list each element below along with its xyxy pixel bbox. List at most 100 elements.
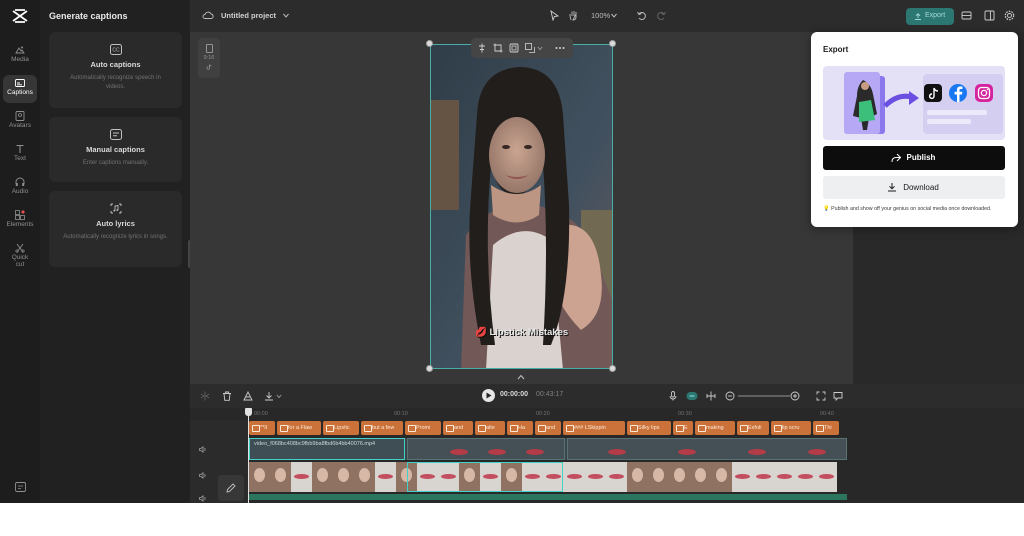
video-frame[interactable]: 💋 Lipstick Mistakes bbox=[430, 44, 613, 369]
thumbnail-lips bbox=[808, 449, 826, 455]
caption-clip[interactable]: for a Flaw bbox=[277, 421, 321, 435]
video-thumbnail bbox=[606, 462, 627, 492]
replace-icon[interactable] bbox=[525, 43, 535, 53]
rail-item-audio[interactable]: Audio bbox=[3, 174, 37, 202]
rail-item-media[interactable]: Media bbox=[3, 42, 37, 70]
caption-clip[interactable]: Lipstic bbox=[323, 421, 359, 435]
layout-icon[interactable] bbox=[961, 10, 972, 21]
auto-lyrics-card[interactable]: Auto lyrics Automatically recognize lyri… bbox=[49, 191, 182, 267]
caption-clip[interactable]: alte bbox=[475, 421, 505, 435]
hand-tool-icon[interactable] bbox=[568, 10, 579, 21]
card-description: Automatically recognize speech in videos… bbox=[70, 75, 161, 90]
caption-clip[interactable]: ### LSkippin bbox=[563, 421, 625, 435]
link-clips-icon[interactable] bbox=[706, 391, 716, 401]
zoom-in-icon[interactable] bbox=[790, 391, 800, 401]
microphone-icon[interactable] bbox=[668, 391, 678, 401]
caption-clip[interactable]: E bbox=[673, 421, 693, 435]
zoom-out-icon[interactable] bbox=[725, 391, 735, 401]
thumbnail-lips bbox=[608, 449, 626, 455]
rail-item-avatars[interactable]: Avatars bbox=[3, 108, 37, 136]
caption-clip[interactable]: making bbox=[695, 421, 735, 435]
fit-to-screen-icon[interactable] bbox=[816, 391, 826, 401]
video-thumbnail bbox=[627, 462, 648, 492]
split-icon[interactable] bbox=[200, 391, 210, 401]
zoom-level[interactable]: 100% bbox=[591, 11, 610, 20]
rail-label: cut bbox=[15, 261, 25, 269]
gear-icon[interactable] bbox=[1004, 10, 1015, 21]
rail-item-quick-cut[interactable]: Quick cut bbox=[3, 240, 37, 274]
video-clip-selected[interactable]: video_f068bc408bc9fbb9ba8fbd6b4bb40076.m… bbox=[249, 438, 405, 460]
volume-icon[interactable] bbox=[199, 472, 207, 479]
download-icon[interactable] bbox=[264, 391, 274, 401]
export-button[interactable]: Export bbox=[906, 8, 954, 25]
volume-icon[interactable] bbox=[199, 495, 207, 502]
rail-item-text[interactable]: Text bbox=[3, 141, 37, 169]
caption-clip[interactable]: lip scru bbox=[771, 421, 811, 435]
panel-title: Generate captions bbox=[49, 11, 128, 21]
timeline-zoom-slider[interactable] bbox=[738, 395, 790, 397]
video-still bbox=[431, 45, 612, 368]
publish-button[interactable]: Publish bbox=[823, 146, 1005, 170]
panel-toggle-icon[interactable] bbox=[984, 10, 995, 21]
timeline-toolbar: 00:00:00 00:43:17 bbox=[190, 384, 1024, 408]
redo-icon[interactable] bbox=[656, 10, 667, 21]
caption-clip[interactable]: **II bbox=[249, 421, 275, 435]
caption-clip[interactable]: Silky lips bbox=[627, 421, 671, 435]
resize-handle-bottom-left[interactable] bbox=[426, 365, 433, 372]
resize-handle-bottom-right[interactable] bbox=[609, 365, 616, 372]
rail-item-elements[interactable]: Elements bbox=[3, 207, 37, 235]
project-title[interactable]: Untitled project bbox=[221, 11, 276, 20]
audio-track[interactable] bbox=[249, 494, 847, 500]
caption-clip[interactable]: Promi bbox=[405, 421, 441, 435]
caption-clip[interactable]: and bbox=[535, 421, 561, 435]
more-options-icon[interactable] bbox=[555, 43, 565, 53]
chevron-down-icon[interactable] bbox=[283, 13, 289, 18]
playhead-handle[interactable] bbox=[245, 408, 252, 416]
download-button[interactable]: Download bbox=[823, 176, 1005, 199]
mask-icon[interactable] bbox=[243, 391, 253, 401]
edit-cover-button[interactable] bbox=[218, 475, 244, 501]
playhead[interactable] bbox=[248, 408, 249, 503]
caption-clip[interactable]: Thi bbox=[813, 421, 839, 435]
zoom-chevron-down-icon[interactable] bbox=[611, 13, 617, 18]
timeline-ruler[interactable]: 00:00 00:10 00:20 00:30 00:40 bbox=[248, 408, 1024, 420]
chevron-down-icon[interactable] bbox=[537, 43, 543, 53]
caption-clip[interactable]: and bbox=[443, 421, 473, 435]
caption-overlay[interactable]: 💋 Lipstick Mistakes bbox=[475, 327, 568, 338]
svg-text:CC: CC bbox=[112, 48, 120, 54]
caption-clip[interactable]: Ha bbox=[507, 421, 533, 435]
auto-captions-card[interactable]: CC Auto captions Automatically recognize… bbox=[49, 32, 182, 108]
chevron-down-icon[interactable] bbox=[276, 391, 282, 401]
caption-clip[interactable]: but a few bbox=[361, 421, 403, 435]
keyboard-shortcuts-icon[interactable] bbox=[15, 482, 26, 492]
elements-icon bbox=[15, 210, 25, 220]
resize-handle-top-right[interactable] bbox=[609, 40, 616, 47]
resize-handle-top-left[interactable] bbox=[426, 40, 433, 47]
editor-app: Media Captions Avatars Text Audio Elemen… bbox=[0, 0, 1024, 503]
play-button[interactable] bbox=[482, 389, 495, 402]
trash-icon[interactable] bbox=[222, 391, 232, 401]
aspect-ratio-chip[interactable]: 9:16 bbox=[198, 38, 220, 78]
rail-item-captions[interactable]: Captions bbox=[3, 75, 37, 103]
pointer-tool-icon[interactable] bbox=[549, 10, 560, 21]
manual-captions-card[interactable]: Manual captions Enter captions manually. bbox=[49, 117, 182, 182]
expand-up-icon[interactable] bbox=[517, 374, 525, 380]
undo-icon[interactable] bbox=[636, 10, 647, 21]
auto-captions-icon: CC bbox=[109, 44, 122, 55]
snap-toggle-icon[interactable] bbox=[686, 391, 698, 401]
align-icon[interactable] bbox=[477, 43, 487, 53]
ruler-tick: 00:00 bbox=[254, 411, 268, 417]
main-video-track[interactable] bbox=[249, 462, 847, 492]
video-clip[interactable] bbox=[567, 438, 847, 460]
card-title: Auto lyrics bbox=[96, 219, 135, 228]
volume-icon[interactable] bbox=[199, 446, 207, 453]
crop-icon[interactable] bbox=[493, 43, 503, 53]
rail-label: Avatars bbox=[9, 122, 31, 129]
caption-clip[interactable]: Exfoli bbox=[737, 421, 769, 435]
video-clip[interactable] bbox=[407, 438, 565, 460]
selected-clip-outline bbox=[407, 462, 563, 492]
comment-icon[interactable] bbox=[833, 391, 843, 401]
ruler-tick: 00:10 bbox=[394, 411, 408, 417]
frame-icon[interactable] bbox=[509, 43, 519, 53]
share-arrow-icon bbox=[891, 153, 901, 163]
